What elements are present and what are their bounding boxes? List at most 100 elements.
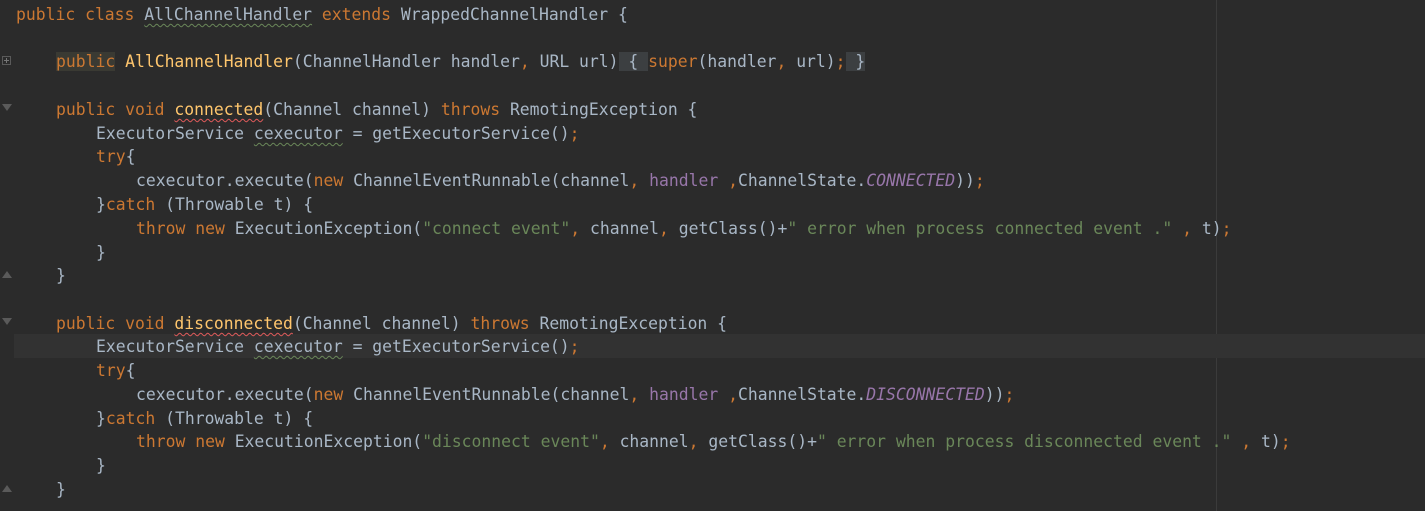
code-token: ExecutionException( <box>234 219 423 238</box>
code-line-8[interactable]: cexecutor.execute(new ChannelEventRunnab… <box>136 169 985 193</box>
code-token: } <box>96 195 106 214</box>
code-line-19[interactable]: throw new ExecutionException("disconnect… <box>136 430 1291 454</box>
code-token: throw new <box>136 219 235 238</box>
code-line-3[interactable]: public AllChannelHandler(ChannelHandler … <box>56 50 866 74</box>
code-token: catch <box>105 195 166 214</box>
code-line-12[interactable]: } <box>56 264 66 288</box>
code-token: channel <box>589 219 660 238</box>
code-token: extends <box>312 5 401 24</box>
code-token: (Throwable t) { <box>165 409 314 428</box>
code-token: channel <box>619 432 689 451</box>
field-reference: handler <box>649 385 719 404</box>
code-token: ; <box>1004 385 1015 404</box>
code-token: ExecutorService <box>96 337 254 356</box>
code-token: (Channel channel) <box>292 314 471 333</box>
code-token: ; <box>569 337 580 356</box>
code-token: , <box>659 219 679 238</box>
code-token: } <box>96 409 106 428</box>
code-token: RemotingException { <box>539 314 728 333</box>
code-line-7[interactable]: try{ <box>96 145 135 169</box>
folded-region[interactable]: { <box>618 52 649 71</box>
code-token: public void <box>56 314 175 333</box>
code-token: ExecutorService <box>96 124 254 143</box>
code-line-9[interactable]: }catch (Throwable t) { <box>96 193 313 217</box>
code-line-5[interactable]: public void connected(Channel channel) t… <box>56 98 697 122</box>
code-token: (Channel channel) <box>263 100 441 119</box>
code-token: RemotingException { <box>509 100 698 119</box>
code-token: , <box>1231 432 1262 451</box>
code-token: )) <box>984 385 1005 404</box>
code-token: = getExecutorService() <box>342 124 570 143</box>
variable-name: cexecutor <box>253 124 343 143</box>
code-line-21[interactable]: } <box>56 478 66 502</box>
code-token: getClass()+ <box>708 432 817 451</box>
code-token: ; <box>569 124 580 143</box>
code-token: , <box>718 171 738 190</box>
fold-expand-icon[interactable] <box>2 56 11 65</box>
fold-end-icon[interactable] <box>2 271 12 278</box>
code-line-18[interactable]: }catch (Throwable t) { <box>96 407 313 431</box>
code-line-17[interactable]: cexecutor.execute(new ChannelEventRunnab… <box>136 383 1014 407</box>
code-token: , <box>629 171 650 190</box>
enum-constant: DISCONNECTED <box>866 385 985 404</box>
code-token: try <box>96 361 126 380</box>
code-token: new <box>313 171 354 190</box>
code-token: ; <box>1280 432 1291 451</box>
fold-end-icon[interactable] <box>2 485 12 492</box>
variable-name: cexecutor <box>253 337 343 356</box>
code-token: cexecutor.execute( <box>136 385 314 404</box>
method-name: connected <box>174 100 264 119</box>
code-line-15[interactable]: ExecutorService cexecutor = getExecutorS… <box>96 335 580 359</box>
code-token: , <box>1172 219 1202 238</box>
code-token: throw new <box>136 432 235 451</box>
code-line-14[interactable]: public void disconnected(Channel channel… <box>56 312 727 336</box>
code-token: URL url) <box>539 52 619 71</box>
constructor-name: AllChannelHandler <box>125 52 293 71</box>
code-token: catch <box>105 409 166 428</box>
code-line-6[interactable]: ExecutorService cexecutor = getExecutorS… <box>96 122 580 146</box>
folded-region[interactable]: } <box>845 52 866 71</box>
class-name: AllChannelHandler <box>144 5 313 24</box>
code-token: )) <box>955 171 975 190</box>
code-token: (handler <box>697 52 777 71</box>
code-line-16[interactable]: try{ <box>96 359 135 383</box>
code-token: (ChannelHandler handler <box>292 52 520 71</box>
enum-constant: CONNECTED <box>866 171 956 190</box>
code-line-10[interactable]: throw new ExecutionException("connect ev… <box>136 217 1231 241</box>
code-token: ChannelState. <box>738 385 867 404</box>
code-token: , <box>629 385 650 404</box>
code-token: } <box>56 266 66 285</box>
code-token: ; <box>974 171 985 190</box>
code-token: WrappedChannelHandler { <box>400 5 628 24</box>
code-token: try <box>96 147 126 166</box>
code-token: cexecutor.execute( <box>136 171 314 190</box>
code-token: super <box>648 52 698 71</box>
field-reference: handler <box>649 171 719 190</box>
code-token: , <box>519 52 540 71</box>
code-token: (Throwable t) { <box>165 195 314 214</box>
code-token: , <box>688 432 709 451</box>
code-token: , <box>718 385 738 404</box>
code-token: public class <box>16 5 145 24</box>
code-token: ChannelEventRunnable(channel <box>353 171 630 190</box>
code-token: throws <box>470 314 540 333</box>
code-token: { <box>125 147 136 166</box>
method-name: disconnected <box>174 314 293 333</box>
code-token: t) <box>1261 432 1281 451</box>
code-token: new <box>313 385 354 404</box>
code-line-20[interactable]: } <box>96 454 106 478</box>
code-token: } <box>96 456 106 475</box>
code-token: ChannelState. <box>738 171 867 190</box>
fold-collapse-icon[interactable] <box>2 318 12 325</box>
code-token: , <box>776 52 797 71</box>
code-editor[interactable]: public class AllChannelHandler extends W… <box>0 0 1425 511</box>
string-literal: " error when process connected event ." <box>787 219 1173 238</box>
code-token: { <box>125 361 136 380</box>
fold-collapse-icon[interactable] <box>2 104 12 111</box>
editor-gutter[interactable] <box>0 0 14 511</box>
code-token: , <box>599 432 620 451</box>
code-line-1[interactable]: public class AllChannelHandler extends W… <box>16 3 628 27</box>
code-token: ExecutionException( <box>234 432 423 451</box>
code-token: throws <box>440 100 510 119</box>
code-line-11[interactable]: } <box>96 241 106 265</box>
